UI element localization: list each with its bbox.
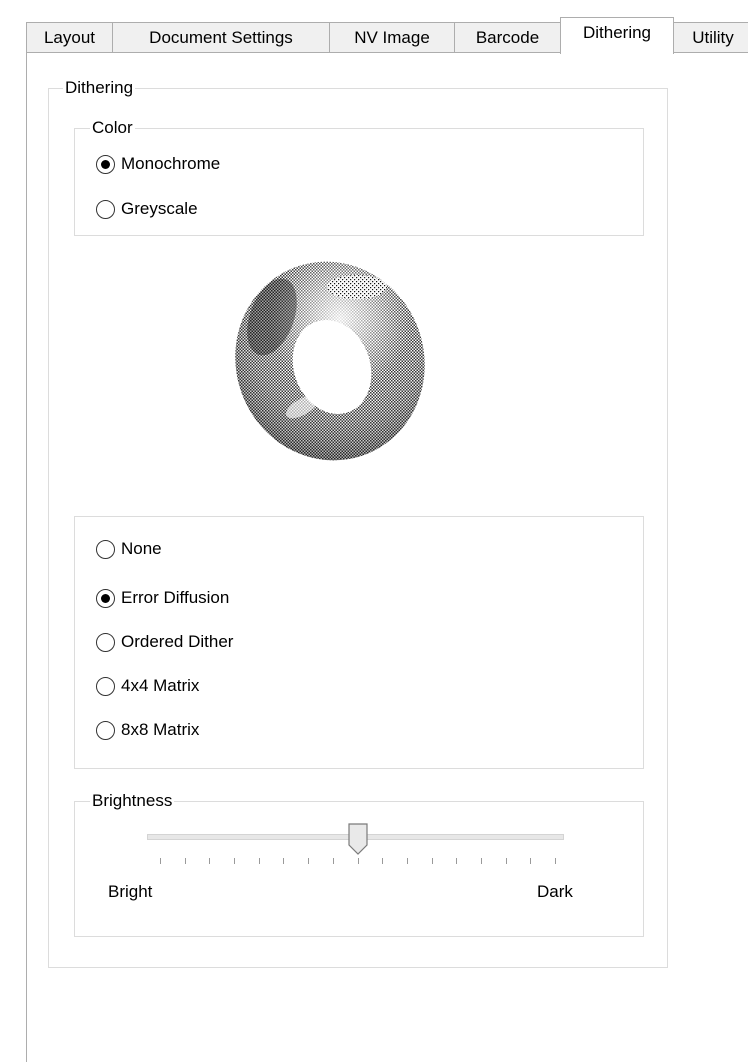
- brightness-max-label: Dark: [537, 882, 573, 901]
- brightness-group: Brightness: [74, 791, 644, 937]
- slider-tick: [333, 858, 334, 864]
- slider-tick: [432, 858, 433, 864]
- radio-ordered-dither[interactable]: Ordered Dither: [96, 632, 233, 652]
- slider-tick: [259, 858, 260, 864]
- radio-error-diffusion-indicator[interactable]: [96, 588, 115, 608]
- brightness-group-title: Brightness: [90, 791, 175, 811]
- radio-error-diffusion-label: Error Diffusion: [121, 588, 230, 607]
- radio-none-label: None: [121, 539, 162, 558]
- slider-tick: [185, 858, 186, 864]
- radio-8x8-matrix-indicator[interactable]: [96, 720, 115, 740]
- radio-error-diffusion[interactable]: Error Diffusion: [96, 588, 229, 608]
- radio-none[interactable]: None: [96, 539, 162, 559]
- slider-tick: [234, 858, 235, 864]
- slider-tick: [506, 858, 507, 864]
- radio-8x8-matrix[interactable]: 8x8 Matrix: [96, 720, 199, 740]
- tab-nv-image[interactable]: NV Image: [329, 22, 455, 53]
- tab-barcode[interactable]: Barcode: [454, 22, 561, 53]
- brightness-min-label: Bright: [108, 882, 153, 901]
- radio-monochrome[interactable]: Monochrome: [96, 154, 220, 174]
- tab-document-settings[interactable]: Document Settings: [112, 22, 330, 53]
- slider-tick: [209, 858, 210, 864]
- torus-dither-preview-icon: [232, 257, 428, 465]
- radio-greyscale[interactable]: Greyscale: [96, 199, 198, 219]
- slider-tick: [407, 858, 408, 864]
- radio-4x4-matrix[interactable]: 4x4 Matrix: [96, 676, 199, 696]
- slider-tick: [308, 858, 309, 864]
- color-group: Color: [74, 118, 644, 236]
- radio-4x4-matrix-label: 4x4 Matrix: [121, 676, 200, 695]
- slider-tick: [283, 858, 284, 864]
- color-group-title: Color: [90, 118, 135, 138]
- slider-tick: [530, 858, 531, 864]
- radio-ordered-dither-indicator[interactable]: [96, 632, 115, 652]
- radio-greyscale-label: Greyscale: [121, 199, 198, 218]
- radio-monochrome-indicator[interactable]: [96, 154, 115, 174]
- tab-dithering[interactable]: Dithering: [560, 17, 674, 54]
- radio-greyscale-indicator[interactable]: [96, 199, 115, 219]
- slider-tick: [160, 858, 161, 864]
- dithering-group-title: Dithering: [63, 78, 136, 98]
- tab-layout[interactable]: Layout: [26, 22, 113, 53]
- tab-utility[interactable]: Utility: [673, 22, 748, 53]
- radio-ordered-dither-label: Ordered Dither: [121, 632, 234, 651]
- radio-monochrome-label: Monochrome: [121, 154, 221, 173]
- brightness-slider-thumb[interactable]: [347, 823, 368, 855]
- slider-tick: [456, 858, 457, 864]
- radio-4x4-matrix-indicator[interactable]: [96, 676, 115, 696]
- slider-tick: [382, 858, 383, 864]
- slider-tick: [555, 858, 556, 864]
- radio-none-indicator[interactable]: [96, 539, 115, 559]
- slider-tick: [358, 858, 359, 864]
- radio-8x8-matrix-label: 8x8 Matrix: [121, 720, 200, 739]
- slider-tick: [481, 858, 482, 864]
- brightness-slider-ticks: [160, 858, 556, 864]
